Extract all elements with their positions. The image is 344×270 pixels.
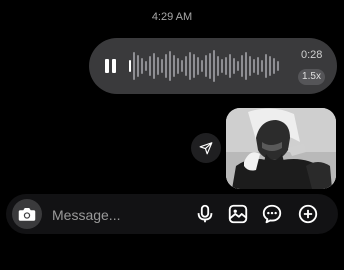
waveform-bar xyxy=(149,56,151,76)
waveform-bar xyxy=(221,59,223,73)
waveform-bar xyxy=(161,59,163,73)
waveform-bar xyxy=(253,59,255,73)
pause-icon[interactable] xyxy=(103,57,117,75)
waveform-bar xyxy=(257,57,259,75)
waveform-bar xyxy=(213,50,215,82)
send-icon xyxy=(199,142,213,155)
waveform-bar xyxy=(233,58,235,74)
waveform-bar xyxy=(217,56,219,76)
waveform-bar xyxy=(145,61,147,71)
waveform-bar xyxy=(153,53,155,79)
waveform-bar xyxy=(241,55,243,77)
waveform-bar xyxy=(229,54,231,78)
voice-waveform[interactable] xyxy=(129,46,279,86)
photo-thumbnail xyxy=(226,108,336,189)
waveform-bar xyxy=(173,55,175,77)
waveform-bar xyxy=(277,61,279,71)
message-input[interactable] xyxy=(50,204,194,226)
waveform-bar xyxy=(177,58,179,74)
image-message[interactable] xyxy=(226,108,336,189)
microphone-icon[interactable] xyxy=(194,203,216,225)
waveform-bar xyxy=(245,52,247,80)
playback-speed-button[interactable]: 1.5x xyxy=(298,69,325,85)
waveform-bar xyxy=(141,58,143,74)
waveform-bar xyxy=(225,57,227,75)
waveform-bar xyxy=(261,60,263,72)
waveform-bar xyxy=(237,61,239,71)
message-timestamp: 4:29 AM xyxy=(151,11,193,23)
waveform-bar xyxy=(265,54,267,78)
waveform-bar xyxy=(193,54,195,78)
waveform-bar xyxy=(205,55,207,77)
waveform-bar xyxy=(169,51,171,81)
waveform-bar xyxy=(269,56,271,76)
waveform-bar xyxy=(181,60,183,72)
waveform-bar xyxy=(129,60,131,72)
camera-icon xyxy=(18,208,36,221)
waveform-bar xyxy=(189,52,191,80)
waveform-bar xyxy=(185,56,187,76)
plus-icon[interactable] xyxy=(297,203,319,225)
waveform-bar xyxy=(197,57,199,75)
gallery-icon[interactable] xyxy=(227,203,249,225)
waveform-bar xyxy=(157,57,159,75)
waveform-bar xyxy=(165,54,167,78)
sticker-icon[interactable] xyxy=(261,203,283,225)
voice-message-bubble[interactable]: 0:28 1.5x xyxy=(89,38,337,94)
share-button[interactable] xyxy=(191,133,221,163)
waveform-bar xyxy=(201,60,203,72)
camera-button[interactable] xyxy=(12,199,42,229)
waveform-bar xyxy=(137,55,139,77)
message-composer xyxy=(6,194,338,234)
waveform-bar xyxy=(249,56,251,76)
waveform-bar xyxy=(133,52,135,80)
waveform-bar xyxy=(209,53,211,79)
voice-duration: 0:28 xyxy=(301,49,323,61)
waveform-bar xyxy=(273,58,275,74)
